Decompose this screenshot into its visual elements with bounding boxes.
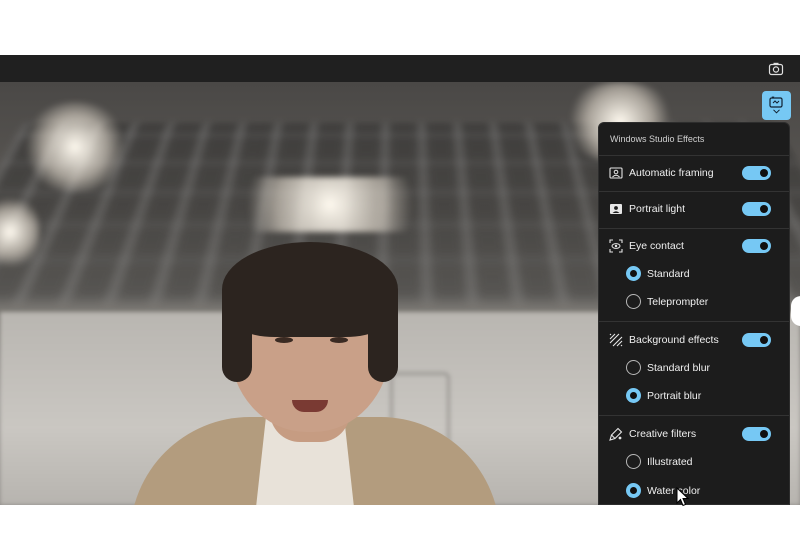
radio-button-selected[interactable] <box>626 483 641 498</box>
studio-effects-panel: Windows Studio Effects Automatic framing… <box>598 122 790 505</box>
toggle-knob <box>760 205 768 213</box>
camera-settings-icon[interactable] <box>768 61 784 77</box>
toggle-knob <box>760 242 768 250</box>
studio-effects-icon <box>769 96 783 108</box>
background-effects-icon <box>609 333 623 347</box>
hair <box>368 292 398 382</box>
eye-contact-label: Eye contact <box>629 240 684 252</box>
toggle-knob <box>760 336 768 344</box>
option-label: Teleprompter <box>647 296 708 308</box>
background-effects-row[interactable]: Background effects <box>599 326 790 354</box>
chevron-down-icon <box>773 109 780 114</box>
option-label: Water color <box>647 485 700 497</box>
person-in-video <box>130 232 510 505</box>
ceiling-light <box>20 102 130 192</box>
background-effects-label: Background effects <box>629 334 719 346</box>
eye-contact-row[interactable]: Eye contact <box>599 232 790 260</box>
ceiling-light <box>215 177 445 232</box>
hair <box>222 292 252 382</box>
panel-title: Windows Studio Effects <box>610 134 704 144</box>
radio-button[interactable] <box>626 360 641 375</box>
divider <box>599 191 790 192</box>
option-label: Standard <box>647 268 690 280</box>
portrait-light-row[interactable]: Portrait light <box>599 195 790 223</box>
eye <box>275 337 293 343</box>
portrait-light-label: Portrait light <box>629 203 685 215</box>
automatic-framing-label: Automatic framing <box>629 167 714 179</box>
radio-button-selected[interactable] <box>626 266 641 281</box>
creative-filters-label: Creative filters <box>629 428 696 440</box>
eye-contact-icon <box>609 239 623 253</box>
automatic-framing-row[interactable]: Automatic framing <box>599 159 790 187</box>
standard-blur-option[interactable]: Standard blur <box>599 354 790 382</box>
eye-contact-toggle[interactable] <box>742 239 771 253</box>
option-label: Illustrated <box>647 456 693 468</box>
radio-button-selected[interactable] <box>626 388 641 403</box>
automatic-framing-toggle[interactable] <box>742 166 771 180</box>
side-handle[interactable] <box>791 296 800 326</box>
creative-filters-icon <box>609 427 623 441</box>
portrait-light-icon <box>609 202 623 216</box>
studio-effects-button[interactable] <box>762 91 791 120</box>
radio-button[interactable] <box>626 454 641 469</box>
divider <box>599 415 790 416</box>
option-label: Portrait blur <box>647 390 701 402</box>
title-bar <box>0 55 800 82</box>
option-label: Standard blur <box>647 362 710 374</box>
divider <box>599 321 790 322</box>
illustrated-option[interactable]: Illustrated <box>599 448 790 476</box>
eye-contact-standard-option[interactable]: Standard <box>599 260 790 288</box>
portrait-light-toggle[interactable] <box>742 202 771 216</box>
toggle-knob <box>760 430 768 438</box>
portrait-blur-option[interactable]: Portrait blur <box>599 382 790 410</box>
radio-button[interactable] <box>626 294 641 309</box>
creative-filters-toggle[interactable] <box>742 427 771 441</box>
water-color-option[interactable]: Water color <box>599 477 790 505</box>
framing-icon <box>609 166 623 180</box>
eye-contact-teleprompter-option[interactable]: Teleprompter <box>599 288 790 316</box>
divider <box>599 228 790 229</box>
eye <box>330 337 348 343</box>
toggle-knob <box>760 169 768 177</box>
divider <box>599 155 790 156</box>
background-effects-toggle[interactable] <box>742 333 771 347</box>
mouse-pointer-icon <box>676 487 690 507</box>
creative-filters-row[interactable]: Creative filters <box>599 420 790 448</box>
